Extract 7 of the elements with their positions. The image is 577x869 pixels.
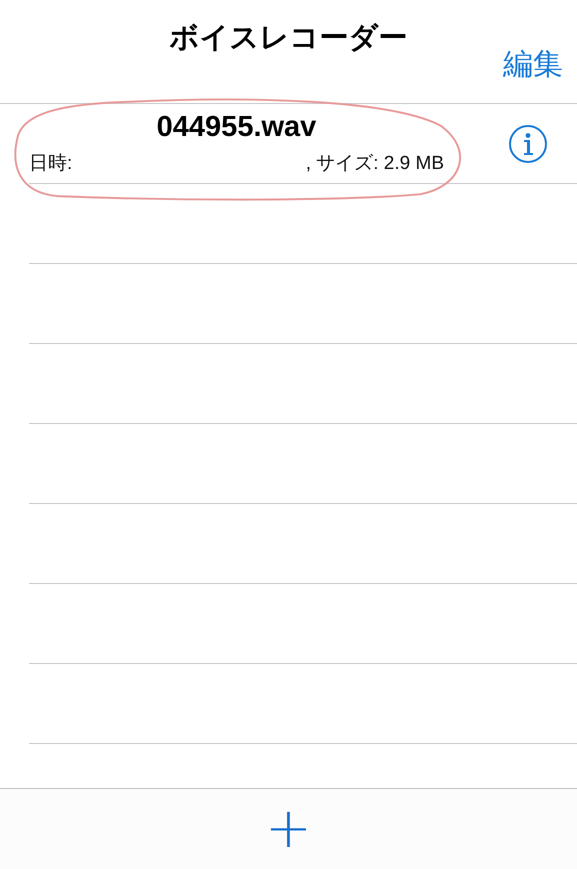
size-text: , サイズ: 2.9 MB [306, 152, 444, 176]
info-icon[interactable] [508, 124, 548, 164]
recording-name: 044955.wav [156, 111, 316, 144]
date-label: 日時: [29, 152, 72, 176]
edit-button[interactable]: 編集 [503, 44, 563, 85]
add-button[interactable]: + [259, 801, 318, 857]
screen-title: ボイスレコーダー [170, 20, 408, 56]
